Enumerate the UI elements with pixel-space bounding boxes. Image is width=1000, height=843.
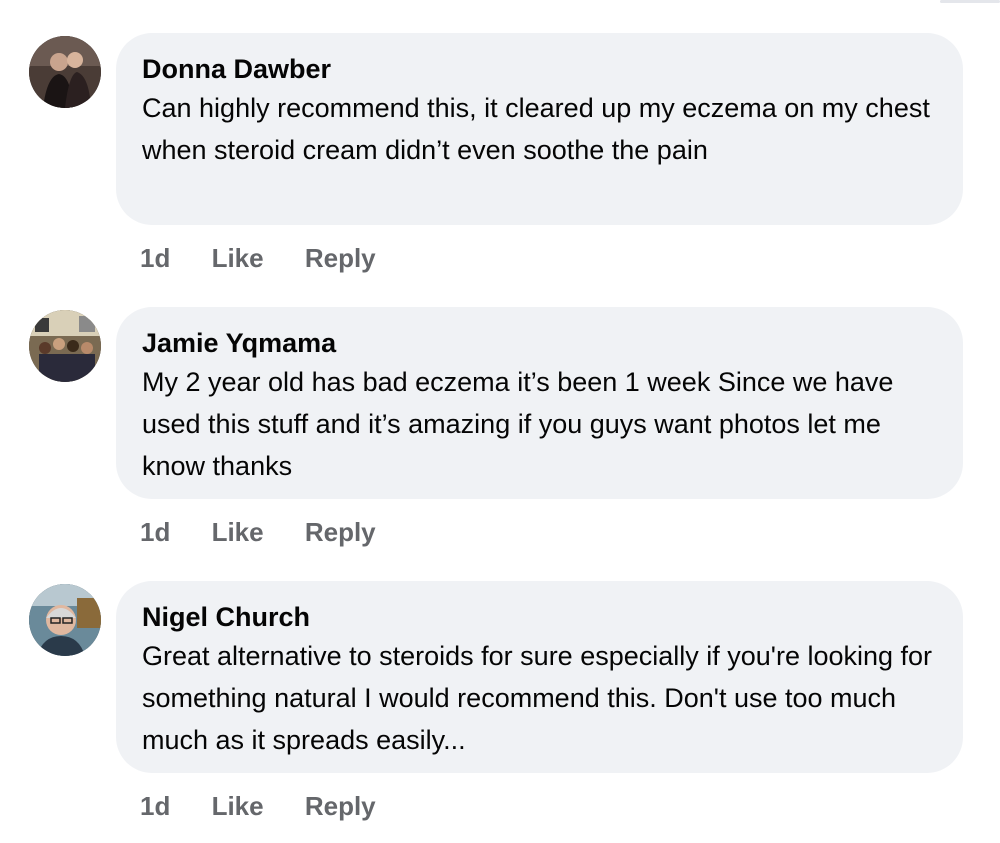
comment-actions: 1d Like Reply (140, 517, 376, 547)
comment-timestamp[interactable]: 1d (140, 791, 170, 821)
reply-button[interactable]: Reply (305, 517, 376, 547)
comment-author[interactable]: Jamie Yqmama (142, 327, 937, 359)
like-button[interactable]: Like (212, 791, 264, 821)
avatar[interactable] (29, 310, 101, 382)
comment-actions: 1d Like Reply (140, 243, 376, 273)
comment-text: Can highly recommend this, it cleared up… (142, 93, 930, 165)
avatar[interactable] (29, 36, 101, 108)
top-edge-divider (940, 0, 1000, 3)
comment-bubble: Donna Dawber Can highly recommend this, … (116, 33, 963, 225)
reply-button[interactable]: Reply (305, 243, 376, 273)
avatar-photo-icon (29, 584, 101, 656)
comment-author[interactable]: Nigel Church (142, 601, 937, 633)
comment-text: Great alternative to steroids for sure e… (142, 641, 933, 755)
comment-bubble: Jamie Yqmama My 2 year old has bad eczem… (116, 307, 963, 499)
comment-author[interactable]: Donna Dawber (142, 53, 937, 85)
comment-bubble: Nigel Church Great alternative to steroi… (116, 581, 963, 773)
comment-list: Donna Dawber Can highly recommend this, … (0, 0, 1000, 843)
comment-timestamp[interactable]: 1d (140, 243, 170, 273)
avatar[interactable] (29, 584, 101, 656)
avatar-photo-icon (29, 36, 101, 108)
reply-button[interactable]: Reply (305, 791, 376, 821)
like-button[interactable]: Like (212, 243, 264, 273)
comment-text: My 2 year old has bad eczema it’s been 1… (142, 367, 894, 481)
comment-actions: 1d Like Reply (140, 791, 376, 821)
comment-timestamp[interactable]: 1d (140, 517, 170, 547)
like-button[interactable]: Like (212, 517, 264, 547)
avatar-photo-icon (29, 310, 101, 382)
